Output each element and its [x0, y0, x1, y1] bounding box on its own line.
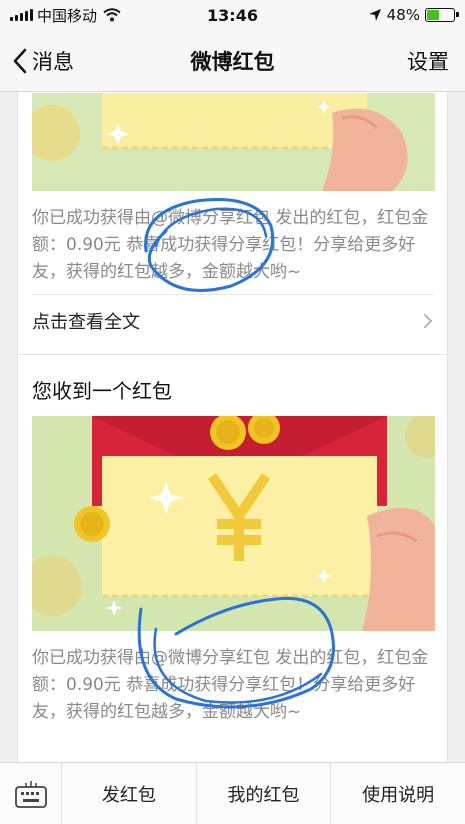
red-packet-card[interactable]: 您收到一个红包 你已成功获得由@微博分享红包 发出的红包，红包金额：0.90元 …: [17, 354, 448, 762]
battery-percent: 48%: [386, 6, 420, 24]
nav-bar: 消息 微博红包 设置: [0, 30, 465, 92]
red-packet-message: 你已成功获得由@微博分享红包 发出的红包，红包金额：0.90元 恭喜成功获得分享…: [32, 648, 429, 722]
read-full-text-label: 点击查看全文: [32, 311, 140, 333]
chevron-right-icon: [424, 313, 433, 328]
signal-strength-icon: [10, 9, 33, 21]
location-arrow-icon: [368, 9, 381, 21]
back-button[interactable]: 消息: [0, 46, 74, 76]
wifi-icon: [103, 8, 121, 22]
settings-button[interactable]: 设置: [407, 46, 465, 76]
status-bar: 中国移动 13:46 48%: [0, 0, 465, 30]
battery-icon: [425, 8, 459, 22]
bottom-tab-bar: 发红包 我的红包 使用说明: [0, 762, 465, 824]
red-packet-title: 您收到一个红包: [32, 379, 172, 403]
red-packet-banner-image: [32, 93, 435, 191]
usage-instructions-tab[interactable]: 使用说明: [331, 763, 465, 824]
carrier-name: 中国移动: [37, 6, 98, 25]
read-full-text-link[interactable]: 点击查看全文: [32, 294, 433, 346]
red-packet-banner-image: [32, 416, 435, 631]
keyboard-icon: [14, 780, 47, 808]
red-packet-message: 你已成功获得由@微博分享红包 发出的红包，红包金额：0.90元 恭喜成功获得分享…: [32, 208, 429, 282]
keyboard-toggle-button[interactable]: [0, 763, 62, 824]
message-feed[interactable]: 你已成功获得由@微博分享红包 发出的红包，红包金额：0.90元 恭喜成功获得分享…: [0, 92, 465, 762]
battery-level: [427, 10, 440, 20]
my-red-packets-tab[interactable]: 我的红包: [197, 763, 332, 824]
chevron-left-icon: [13, 48, 27, 73]
back-label: 消息: [32, 49, 74, 74]
send-red-packet-tab[interactable]: 发红包: [62, 763, 197, 824]
